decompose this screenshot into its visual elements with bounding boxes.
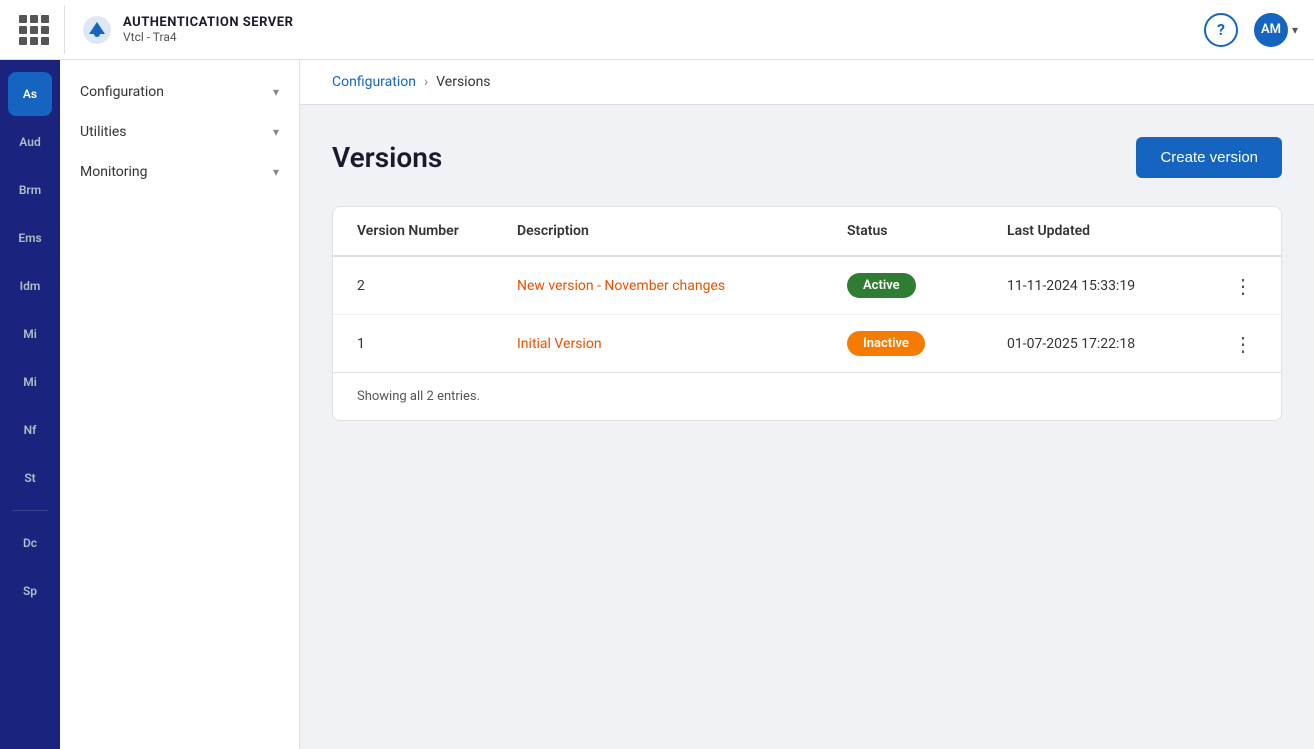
user-chevron-icon: ▾ xyxy=(1292,23,1298,37)
logo-icon xyxy=(81,14,113,46)
col-header-status: Status xyxy=(823,207,983,256)
table-row: 2 New version - November changes Active … xyxy=(333,256,1281,315)
page-header: Versions Create version xyxy=(332,137,1282,178)
nav-item-brm[interactable]: Brm xyxy=(8,168,52,212)
row1-description: New version - November changes xyxy=(493,256,823,315)
row2-action: ⋮ xyxy=(1203,315,1281,373)
row2-updated: 01-07-2025 17:22:18 xyxy=(983,315,1203,373)
nav-item-mi1[interactable]: Mi xyxy=(8,312,52,356)
col-header-updated: Last Updated xyxy=(983,207,1203,256)
top-header: AUTHENTICATION SERVER Vtcl - Tra4 ? AM ▾ xyxy=(0,0,1314,60)
main-layout: As Aud Brm Ems Idm Mi Mi Nf St Dc Sp Con… xyxy=(0,60,1314,749)
grid-menu-icon[interactable] xyxy=(16,12,52,48)
sidebar-item-configuration[interactable]: Configuration ▾ xyxy=(60,72,299,112)
main-content: Configuration › Versions Versions Create… xyxy=(300,60,1314,749)
sidebar: Configuration ▾ Utilities ▾ Monitoring ▾ xyxy=(60,60,300,749)
user-avatar: AM xyxy=(1254,13,1288,47)
sidebar-configuration-label: Configuration xyxy=(80,84,273,100)
header-right: ? AM ▾ xyxy=(1204,13,1298,47)
create-version-button[interactable]: Create version xyxy=(1136,137,1282,178)
user-menu-button[interactable]: AM ▾ xyxy=(1254,13,1298,47)
nav-item-ems[interactable]: Ems xyxy=(8,216,52,260)
sidebar-monitoring-label: Monitoring xyxy=(80,164,273,180)
row1-description-link[interactable]: New version - November changes xyxy=(517,278,725,294)
sidebar-item-monitoring[interactable]: Monitoring ▾ xyxy=(60,152,299,192)
row2-description-link[interactable]: Initial Version xyxy=(517,336,602,352)
row2-version: 1 xyxy=(333,315,493,373)
nav-item-mi2[interactable]: Mi xyxy=(8,360,52,404)
row2-action-menu[interactable]: ⋮ xyxy=(1227,332,1257,356)
col-header-description: Description xyxy=(493,207,823,256)
breadcrumb-current: Versions xyxy=(436,74,490,90)
nav-item-aud[interactable]: Aud xyxy=(8,120,52,164)
table-header: Version Number Description Status Last U… xyxy=(333,207,1281,256)
row2-status: Inactive xyxy=(823,315,983,373)
col-header-version: Version Number xyxy=(333,207,493,256)
row1-status-badge: Active xyxy=(847,273,916,298)
breadcrumb-separator: › xyxy=(424,74,428,90)
table-body: 2 New version - November changes Active … xyxy=(333,256,1281,372)
app-subtitle: Vtcl - Tra4 xyxy=(123,30,293,44)
icon-nav: As Aud Brm Ems Idm Mi Mi Nf St Dc Sp xyxy=(0,60,60,749)
content-area: Versions Create version Version Number D… xyxy=(300,105,1314,453)
header-title-block: AUTHENTICATION SERVER Vtcl - Tra4 xyxy=(123,15,293,44)
nav-item-nf[interactable]: Nf xyxy=(8,408,52,452)
nav-divider xyxy=(12,510,48,511)
table-footer: Showing all 2 entries. xyxy=(333,372,1281,420)
nav-item-st[interactable]: St xyxy=(8,456,52,500)
nav-item-idm[interactable]: Idm xyxy=(8,264,52,308)
breadcrumb: Configuration › Versions xyxy=(300,60,1314,105)
breadcrumb-parent[interactable]: Configuration xyxy=(332,74,416,90)
row2-status-badge: Inactive xyxy=(847,331,925,356)
sidebar-utilities-label: Utilities xyxy=(80,124,273,140)
row1-action-menu[interactable]: ⋮ xyxy=(1227,274,1257,298)
row1-status: Active xyxy=(823,256,983,315)
sidebar-configuration-chevron: ▾ xyxy=(273,85,279,99)
logo-area: AUTHENTICATION SERVER Vtcl - Tra4 xyxy=(64,6,309,54)
nav-item-sp[interactable]: Sp xyxy=(8,569,52,613)
nav-item-dc[interactable]: Dc xyxy=(8,521,52,565)
versions-table: Version Number Description Status Last U… xyxy=(333,207,1281,372)
sidebar-item-utilities[interactable]: Utilities ▾ xyxy=(60,112,299,152)
sidebar-monitoring-chevron: ▾ xyxy=(273,165,279,179)
row1-updated: 11-11-2024 15:33:19 xyxy=(983,256,1203,315)
row1-action: ⋮ xyxy=(1203,256,1281,315)
nav-item-as[interactable]: As xyxy=(8,72,52,116)
header-left: AUTHENTICATION SERVER Vtcl - Tra4 xyxy=(16,6,1204,54)
app-name: AUTHENTICATION SERVER xyxy=(123,15,293,30)
col-header-action xyxy=(1203,207,1281,256)
table-footer-text: Showing all 2 entries. xyxy=(357,389,480,404)
row1-version: 2 xyxy=(333,256,493,315)
sidebar-utilities-chevron: ▾ xyxy=(273,125,279,139)
row2-description: Initial Version xyxy=(493,315,823,373)
versions-table-container: Version Number Description Status Last U… xyxy=(332,206,1282,421)
table-row: 1 Initial Version Inactive 01-07-2025 17… xyxy=(333,315,1281,373)
help-button[interactable]: ? xyxy=(1204,13,1238,47)
page-title: Versions xyxy=(332,141,442,174)
